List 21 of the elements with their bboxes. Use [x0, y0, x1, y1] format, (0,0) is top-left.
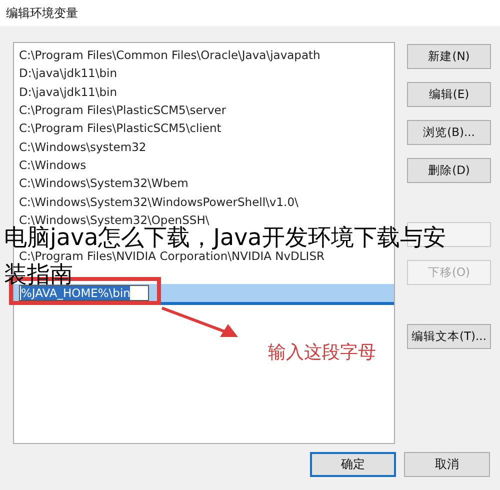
dialog-button[interactable]: 取消: [404, 452, 490, 477]
window-title: 编辑环境变量: [6, 4, 78, 22]
path-row[interactable]: C:\Windows\system32: [14, 137, 394, 156]
path-row[interactable]: C:\Program Files\Common Files\Oracle\Java\javapath: [14, 46, 394, 64]
side-button[interactable]: 编辑(E): [407, 82, 491, 107]
path-row[interactable]: C:\Program Files\PlasticSCM5\client: [14, 119, 394, 138]
side-button[interactable]: 浏览(B)...: [407, 120, 491, 145]
path-row[interactable]: C:\Windows: [14, 156, 394, 174]
selected-path-row[interactable]: %JAVA_HOME%\bin: [14, 284, 394, 306]
callout-text: 输入这段字母: [268, 341, 376, 364]
arrow-icon: [160, 306, 240, 340]
path-row[interactable]: C:\Windows\System32\Wbem: [14, 174, 394, 192]
side-button[interactable]: 新建(N): [407, 44, 491, 69]
path-row[interactable]: C:\Windows\System32\WindowsPowerShell\v1.0\: [14, 192, 394, 211]
side-button[interactable]: 编辑文本(T)...: [407, 324, 491, 349]
side-button[interactable]: 删除(D): [407, 158, 491, 183]
path-row[interactable]: C:\Program Files\PlasticSCM5\server: [14, 100, 394, 120]
path-row[interactable]: D:\java\jdk11\bin: [14, 64, 394, 83]
path-row[interactable]: D:\java\jdk11\bin: [14, 82, 394, 101]
path-input-field[interactable]: %JAVA_HOME%\bin: [19, 285, 150, 301]
dialog-button[interactable]: 确定: [310, 452, 396, 477]
